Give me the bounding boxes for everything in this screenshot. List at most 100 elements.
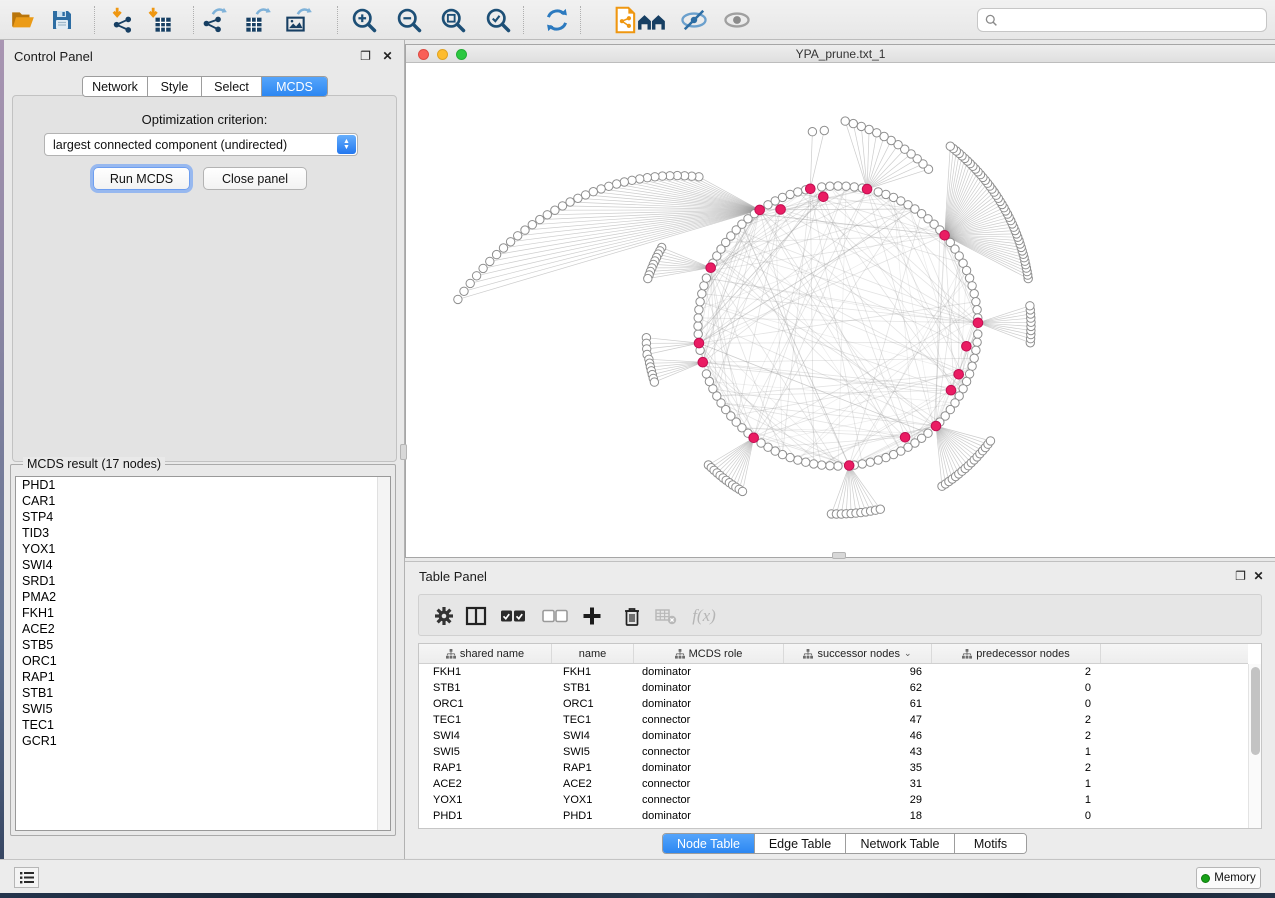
delete-column-button[interactable] <box>619 604 645 628</box>
zoom-selected-button[interactable] <box>483 5 513 35</box>
tab-network[interactable]: Network <box>83 77 148 96</box>
graph-node[interactable] <box>972 298 980 306</box>
mcds-result-item[interactable]: SRD1 <box>16 573 390 589</box>
close-panel-icon[interactable]: ✕ <box>381 50 394 63</box>
table-row[interactable]: PHD1PHD1dominator180 <box>419 808 1248 824</box>
graph-mcds-node[interactable] <box>755 205 765 215</box>
graph-node[interactable] <box>472 272 480 280</box>
graph-node[interactable] <box>700 282 708 290</box>
graph-node[interactable] <box>986 437 994 445</box>
float-window-icon[interactable]: ❐ <box>1234 570 1247 583</box>
create-column-button[interactable] <box>579 604 605 628</box>
close-panel-button[interactable]: Close panel <box>203 167 307 190</box>
optimization-criterion-select[interactable]: largest connected component (undirected)… <box>44 133 358 156</box>
table-cell[interactable]: 0 <box>932 696 1101 712</box>
mcds-result-item[interactable]: ACE2 <box>16 621 390 637</box>
graph-node[interactable] <box>794 456 802 464</box>
table-cell[interactable]: ORC1 <box>419 696 552 712</box>
table-cell[interactable]: ACE2 <box>419 776 552 792</box>
table-cell[interactable]: SWI4 <box>552 728 634 744</box>
graph-node[interactable] <box>874 188 882 196</box>
table-row[interactable]: ORC1ORC1dominator610 <box>419 696 1248 712</box>
mcds-result-item[interactable]: YOX1 <box>16 541 390 557</box>
table-cell[interactable]: YOX1 <box>552 792 634 808</box>
graph-node[interactable] <box>636 175 644 183</box>
table-cell[interactable]: 1 <box>932 744 1101 760</box>
graph-node[interactable] <box>974 330 982 338</box>
graph-node[interactable] <box>826 462 834 470</box>
graph-mcds-node[interactable] <box>776 205 786 215</box>
zoom-out-button[interactable] <box>394 5 424 35</box>
table-cell[interactable]: FKH1 <box>419 664 552 680</box>
vertical-split-handle[interactable] <box>400 444 407 460</box>
graph-node[interactable] <box>460 287 468 295</box>
table-cell[interactable]: dominator <box>634 680 784 696</box>
graph-node[interactable] <box>597 185 605 193</box>
first-neighbors-button[interactable] <box>637 5 667 35</box>
graph-node[interactable] <box>543 211 551 219</box>
graph-node[interactable] <box>738 487 746 495</box>
table-cell[interactable]: SWI5 <box>552 744 634 760</box>
column-header-MCDS-role[interactable]: MCDS role <box>634 644 784 663</box>
graph-node[interactable] <box>968 282 976 290</box>
tab-select[interactable]: Select <box>202 77 262 96</box>
graph-node[interactable] <box>802 458 810 466</box>
tab-node-table[interactable]: Node Table <box>663 834 755 853</box>
list-scrollbar-track[interactable] <box>377 477 390 830</box>
graph-node[interactable] <box>820 126 828 134</box>
table-cell[interactable]: 1 <box>932 792 1101 808</box>
table-cell[interactable]: RAP1 <box>552 760 634 776</box>
table-cell[interactable]: connector <box>634 792 784 808</box>
table-cell[interactable]: 43 <box>784 744 932 760</box>
mcds-result-item[interactable]: CAR1 <box>16 493 390 509</box>
table-cell[interactable]: 96 <box>784 664 932 680</box>
graph-node[interactable] <box>612 180 620 188</box>
table-row[interactable]: RAP1RAP1dominator352 <box>419 760 1248 776</box>
column-header-predecessor-nodes[interactable]: predecessor nodes <box>932 644 1101 663</box>
mcds-result-item[interactable]: STB5 <box>16 637 390 653</box>
mcds-result-item[interactable]: TID3 <box>16 525 390 541</box>
table-cell[interactable]: STB1 <box>552 680 634 696</box>
graph-node[interactable] <box>536 215 544 223</box>
column-header-name[interactable]: name <box>552 644 634 663</box>
hide-selected-button[interactable] <box>679 5 709 35</box>
deselect-all-button[interactable] <box>539 604 571 628</box>
close-panel-icon[interactable]: ✕ <box>1252 570 1265 583</box>
graph-node[interactable] <box>566 198 574 206</box>
mcds-result-item[interactable]: PHD1 <box>16 477 390 493</box>
graph-node[interactable] <box>581 191 589 199</box>
table-row[interactable]: SWI5SWI5connector431 <box>419 744 1248 760</box>
graph-node[interactable] <box>574 194 582 202</box>
import-table-button[interactable] <box>144 5 174 35</box>
graph-node[interactable] <box>972 346 980 354</box>
graph-node[interactable] <box>492 250 500 258</box>
graph-mcds-node[interactable] <box>973 318 983 328</box>
column-header-shared-name[interactable]: shared name <box>419 644 552 663</box>
refresh-layout-button[interactable] <box>542 5 572 35</box>
graph-node[interactable] <box>589 188 597 196</box>
table-cell[interactable]: 2 <box>932 712 1101 728</box>
mcds-result-list[interactable]: PHD1CAR1STP4TID3YOX1SWI4SRD1PMA2FKH1ACE2… <box>15 476 391 831</box>
graph-node[interactable] <box>973 306 981 314</box>
table-scrollbar-thumb[interactable] <box>1251 667 1260 755</box>
mcds-result-item[interactable]: SWI5 <box>16 701 390 717</box>
table-cell[interactable]: 46 <box>784 728 932 744</box>
mcds-result-item[interactable]: STP4 <box>16 509 390 525</box>
graph-node[interactable] <box>499 244 507 252</box>
graph-mcds-node[interactable] <box>931 421 941 431</box>
graph-node[interactable] <box>702 274 710 282</box>
table-cell[interactable]: SWI4 <box>419 728 552 744</box>
table-cell[interactable]: PHD1 <box>419 808 552 824</box>
float-window-icon[interactable]: ❐ <box>359 50 372 63</box>
graph-node[interactable] <box>695 306 703 314</box>
graph-node[interactable] <box>694 322 702 330</box>
graph-node[interactable] <box>454 295 462 303</box>
run-mcds-button[interactable]: Run MCDS <box>93 167 190 190</box>
mcds-result-item[interactable]: SWI4 <box>16 557 390 573</box>
table-cell[interactable]: dominator <box>634 728 784 744</box>
graph-node[interactable] <box>968 362 976 370</box>
mcds-result-item[interactable]: ORC1 <box>16 653 390 669</box>
graph-mcds-node[interactable] <box>946 385 956 395</box>
table-cell[interactable]: connector <box>634 744 784 760</box>
graph-node[interactable] <box>970 290 978 298</box>
